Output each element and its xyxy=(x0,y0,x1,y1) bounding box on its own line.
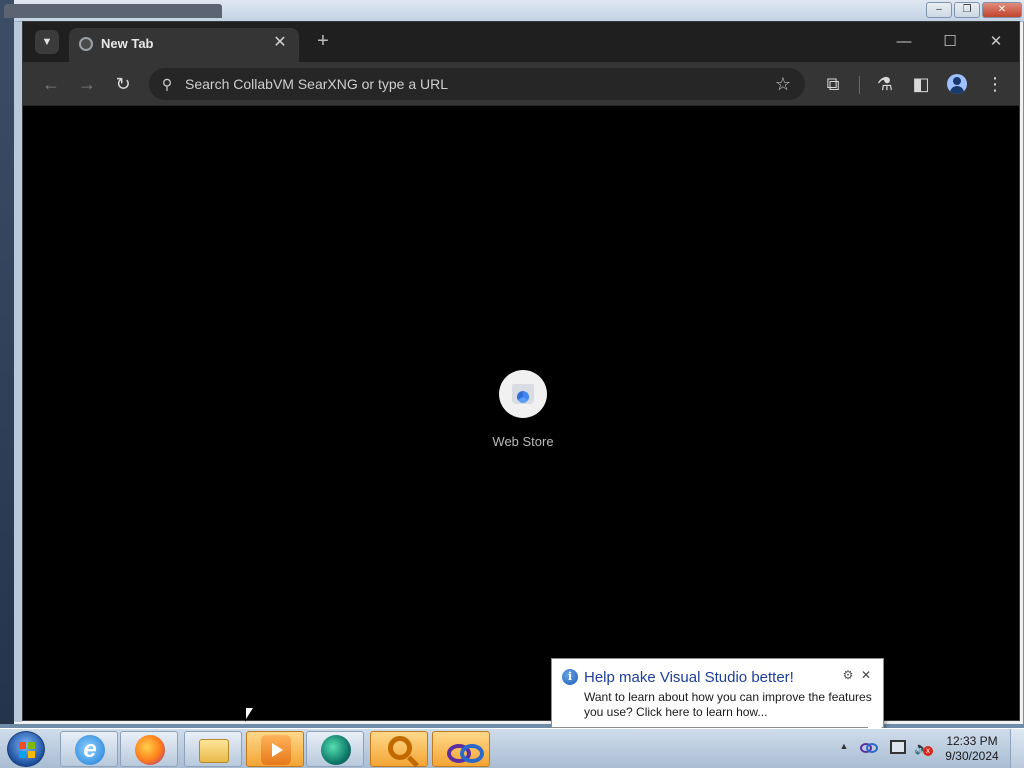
minimize-button[interactable]: — xyxy=(881,22,927,62)
extensions-button[interactable]: ⧉ xyxy=(819,70,847,98)
tab-title: New Tab xyxy=(101,36,154,51)
puzzle-icon: ⧉ xyxy=(826,74,840,94)
volume-muted-icon[interactable]: 🔈 x xyxy=(914,740,933,756)
notification-options-button[interactable]: ⚙ xyxy=(841,668,855,682)
tab-search-button[interactable]: ▼ xyxy=(35,30,59,54)
new-tab-page: Web Store xyxy=(23,107,1019,720)
show-desktop-button[interactable] xyxy=(1010,729,1024,768)
folder-icon xyxy=(199,739,229,763)
background-window-controls: – ❐ ✕ xyxy=(926,2,1022,20)
shortcut-label: Web Store xyxy=(492,434,554,449)
taskbar-visual-studio[interactable] xyxy=(432,731,490,767)
show-hidden-icons-button[interactable]: ▲ xyxy=(838,741,850,753)
side-panel-button[interactable]: ◧ xyxy=(907,70,935,98)
close-window-button[interactable]: ✕ xyxy=(973,22,1019,62)
taskbar-search-app[interactable] xyxy=(370,731,428,767)
bg-close-button[interactable]: ✕ xyxy=(982,2,1022,18)
back-button[interactable]: ← xyxy=(37,70,65,98)
toolbar-divider xyxy=(859,76,860,94)
system-clock[interactable]: 12:33 PM 9/30/2024 xyxy=(940,734,1004,764)
labs-button[interactable]: ⚗ xyxy=(871,70,899,98)
chevron-down-icon: ▼ xyxy=(41,36,53,48)
start-button[interactable] xyxy=(7,731,45,767)
tab-close-button[interactable]: ✕ xyxy=(271,34,289,52)
arrow-right-icon: → xyxy=(78,74,96,94)
internet-explorer-icon: e xyxy=(75,735,105,765)
visual-studio-icon xyxy=(447,735,484,765)
notification-title: Help make Visual Studio better! xyxy=(584,669,794,686)
browser-window: ▼ New Tab ✕ + — ☐ ✕ ← → ↻ ⚲ Search Colla… xyxy=(22,21,1020,721)
clock-time: 12:33 PM xyxy=(946,734,998,748)
web-store-icon xyxy=(499,370,547,418)
taskbar-media-player[interactable] xyxy=(246,731,304,767)
info-icon: i xyxy=(562,669,578,685)
forward-button[interactable]: → xyxy=(73,70,101,98)
new-tab-button[interactable]: + xyxy=(311,30,335,54)
flask-icon: ⚗ xyxy=(876,74,894,94)
plus-icon: + xyxy=(317,30,329,52)
side-panel-icon: ◧ xyxy=(912,74,930,94)
tab-new-tab[interactable]: New Tab ✕ xyxy=(69,28,299,62)
window-controls: — ☐ ✕ xyxy=(881,22,1019,62)
media-player-icon xyxy=(261,735,291,765)
taskbar-firefox[interactable] xyxy=(120,731,178,767)
browser-toolbar: ← → ↻ ⚲ Search CollabVM SearXNG or type … xyxy=(23,62,1019,106)
network-icon[interactable] xyxy=(890,740,906,754)
chrome-menu-button[interactable]: ⋮ xyxy=(981,70,1009,98)
bg-minimize-button[interactable]: – xyxy=(926,2,952,18)
reload-icon: ↻ xyxy=(115,74,131,94)
shortcut-web-store[interactable]: Web Store xyxy=(483,370,563,460)
new-tab-favicon-icon xyxy=(79,37,93,51)
background-window-edge xyxy=(0,0,14,724)
notification-balloon[interactable]: i Help make Visual Studio better! ⚙ ✕ Wa… xyxy=(551,658,884,728)
arrow-left-icon: ← xyxy=(42,74,60,94)
reload-button[interactable]: ↻ xyxy=(109,70,137,98)
globe-icon xyxy=(321,735,351,765)
clock-date: 9/30/2024 xyxy=(945,749,999,763)
address-bar[interactable]: ⚲ Search CollabVM SearXNG or type a URL … xyxy=(149,68,805,100)
maximize-button[interactable]: ☐ xyxy=(927,22,973,62)
magnifier-icon xyxy=(388,736,412,760)
avatar-icon xyxy=(953,77,961,85)
notification-close-button[interactable]: ✕ xyxy=(859,668,873,682)
address-bar-placeholder: Search CollabVM SearXNG or type a URL xyxy=(185,76,448,92)
taskbar-globe-app[interactable] xyxy=(306,731,364,767)
notification-text[interactable]: Want to learn about how you can improve … xyxy=(584,690,880,720)
bg-restore-button[interactable]: ❐ xyxy=(954,2,980,18)
firefox-icon xyxy=(135,735,165,765)
tab-strip: ▼ New Tab ✕ + — ☐ ✕ xyxy=(23,22,1019,62)
search-icon: ⚲ xyxy=(161,76,173,92)
taskbar-windows-explorer[interactable] xyxy=(184,731,242,767)
profile-button[interactable] xyxy=(947,74,967,94)
taskbar: e ▲ 🔈 x 12:33 PM 9/30/2024 xyxy=(0,728,1024,768)
tray-visual-studio-icon[interactable] xyxy=(860,741,878,753)
background-window-frame xyxy=(14,22,22,722)
windows-logo-icon xyxy=(19,742,35,758)
background-tab xyxy=(4,4,222,18)
kebab-menu-icon: ⋮ xyxy=(986,74,1004,94)
mouse-cursor-icon xyxy=(245,706,255,722)
bookmark-star-button[interactable]: ☆ xyxy=(771,72,795,96)
taskbar-internet-explorer[interactable]: e xyxy=(60,731,118,767)
